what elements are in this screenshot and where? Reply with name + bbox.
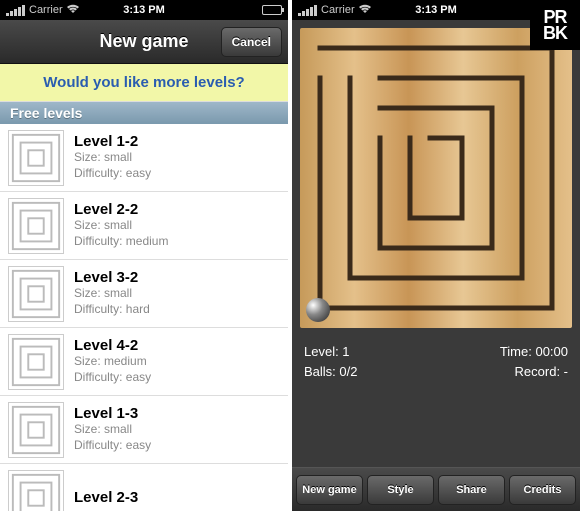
status-bar: Carrier 3:13 PM: [0, 0, 288, 20]
stat-time: Time: 00:00: [500, 342, 568, 362]
list-item[interactable]: Level 1-2 Size: small Difficulty: easy: [0, 124, 288, 192]
status-time: 3:13 PM: [123, 4, 165, 16]
signal-icon: [6, 5, 25, 16]
game-area: Level: 1 Balls: 0/2 Time: 00:00 Record: …: [292, 20, 580, 511]
stat-balls: Balls: 0/2: [304, 362, 357, 382]
level-size: Size: small: [74, 286, 150, 302]
carrier-label: Carrier: [29, 4, 63, 16]
nav-bar: New game Cancel: [0, 20, 288, 64]
share-button[interactable]: Share: [438, 475, 505, 505]
style-button[interactable]: Style: [367, 475, 434, 505]
stat-level: Level: 1: [304, 342, 357, 362]
level-difficulty: Difficulty: easy: [74, 438, 151, 454]
level-size: Size: small: [74, 150, 151, 166]
status-time: 3:13 PM: [415, 4, 457, 16]
newgame-button[interactable]: New game: [296, 475, 363, 505]
level-list[interactable]: Level 1-2 Size: small Difficulty: easy L…: [0, 124, 288, 511]
level-thumb-icon: [8, 334, 64, 390]
list-item[interactable]: Level 3-2 Size: small Difficulty: hard: [0, 260, 288, 328]
level-difficulty: Difficulty: hard: [74, 302, 150, 318]
level-difficulty: Difficulty: easy: [74, 370, 151, 386]
list-item[interactable]: Level 2-2 Size: small Difficulty: medium: [0, 192, 288, 260]
page-title: New game: [99, 31, 188, 52]
level-size: Size: small: [74, 218, 168, 234]
level-thumb-icon: [8, 470, 64, 511]
level-title: Level 4-2: [74, 337, 151, 354]
level-thumb-icon: [8, 266, 64, 322]
level-title: Level 3-2: [74, 269, 150, 286]
level-title: Level 1-2: [74, 133, 151, 150]
toolbar: New game Style Share Credits: [292, 467, 580, 511]
wifi-icon: [359, 4, 371, 17]
list-item[interactable]: Level 4-2 Size: medium Difficulty: easy: [0, 328, 288, 396]
level-size: Size: small: [74, 422, 151, 438]
level-title: Level 2-3: [74, 489, 138, 506]
level-thumb-icon: [8, 198, 64, 254]
maze-board[interactable]: [300, 28, 572, 328]
level-title: Level 2-2: [74, 201, 168, 218]
level-difficulty: Difficulty: medium: [74, 234, 168, 250]
section-header: Free levels: [0, 102, 288, 124]
stat-record: Record: -: [500, 362, 568, 382]
phone-left: Carrier 3:13 PM New game Cancel Would yo…: [0, 0, 288, 511]
level-title: Level 1-3: [74, 405, 151, 422]
carrier-label: Carrier: [321, 4, 355, 16]
ball-icon: [306, 298, 330, 322]
wifi-icon: [67, 4, 79, 17]
list-item[interactable]: Level 2-3: [0, 464, 288, 511]
credits-button[interactable]: Credits: [509, 475, 576, 505]
game-stats: Level: 1 Balls: 0/2 Time: 00:00 Record: …: [292, 336, 580, 393]
watermark: PR BK: [530, 0, 580, 50]
level-thumb-icon: [8, 130, 64, 186]
battery-icon: [262, 5, 282, 15]
signal-icon: [298, 5, 317, 16]
list-item[interactable]: Level 1-3 Size: small Difficulty: easy: [0, 396, 288, 464]
phone-right: Carrier 3:13 PM: [292, 0, 580, 511]
cancel-button[interactable]: Cancel: [221, 27, 282, 57]
level-difficulty: Difficulty: easy: [74, 166, 151, 182]
level-size: Size: medium: [74, 354, 151, 370]
promo-banner[interactable]: Would you like more levels?: [0, 64, 288, 102]
level-thumb-icon: [8, 402, 64, 458]
